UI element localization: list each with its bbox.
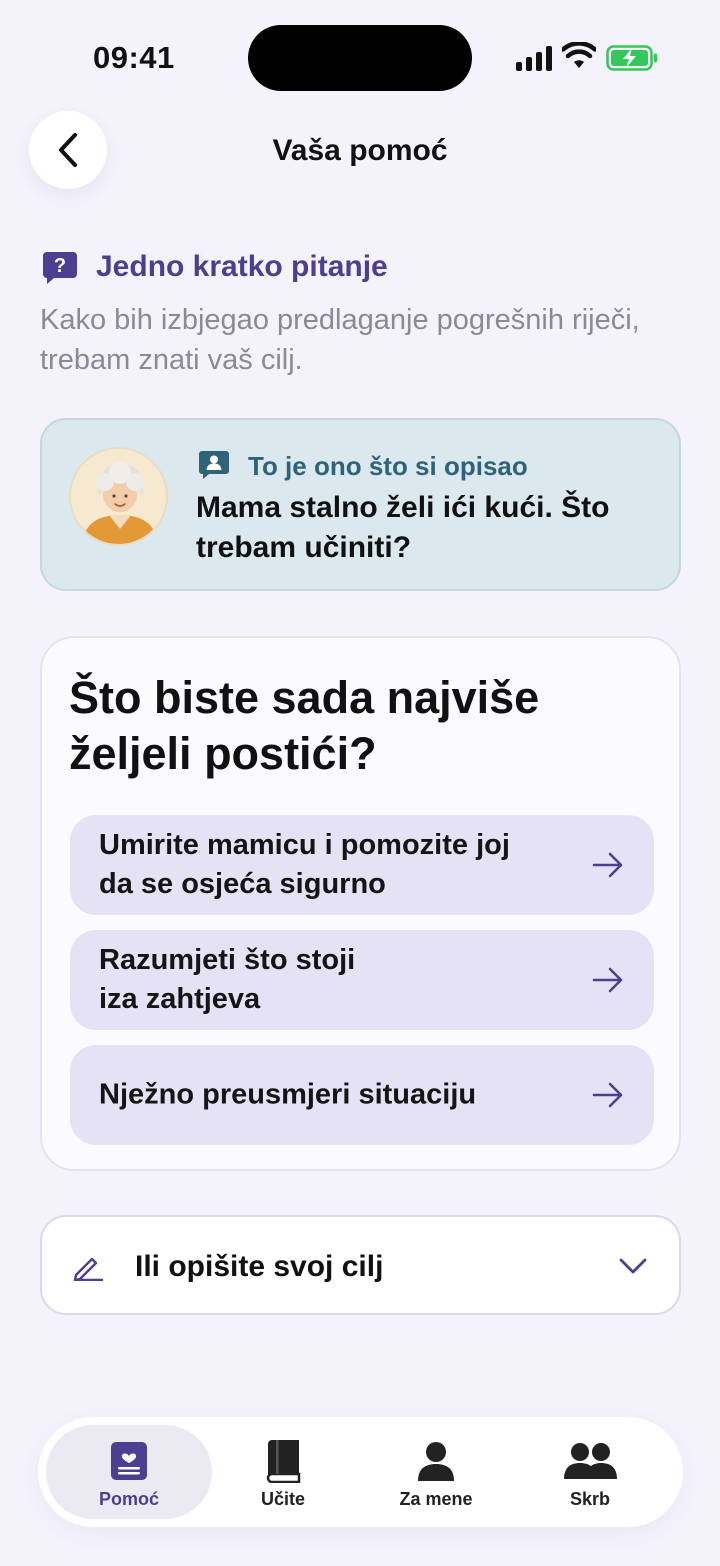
- people-icon: [564, 1443, 617, 1479]
- help-card-icon: [111, 1442, 147, 1480]
- question-subtitle: Kako bih izbjegao predlaganje pogrešnih …: [40, 304, 640, 376]
- goal-card: Što biste sada najviše željeli postići? …: [40, 636, 681, 1171]
- goal-option-label: Umirite mamicu i pomozite joj da se osje…: [99, 829, 510, 900]
- tab-label: Skrb: [569, 1489, 611, 1509]
- tab-bar: Pomoć Učite Za mene Skrb: [38, 1417, 683, 1527]
- arrow-right-icon: [592, 852, 623, 878]
- tab-pomoc[interactable]: Pomoć: [46, 1425, 212, 1519]
- person-bubble-icon: [199, 451, 229, 479]
- avatar: [69, 447, 168, 546]
- described-label: To je ono što si opisao: [248, 451, 528, 481]
- goal-option-understand[interactable]: Razumjeti što stoji iza zahtjeva: [70, 930, 654, 1030]
- goal-option-redirect[interactable]: Nježno preusmjeri situaciju: [70, 1045, 654, 1145]
- question-heading: Jedno kratko pitanje: [96, 250, 388, 283]
- battery-charging-icon: [606, 45, 657, 71]
- cellular-signal-icon: [516, 45, 552, 71]
- tab-skrb[interactable]: Skrb: [507, 1425, 673, 1519]
- own-goal-label: Ili opišite svoj cilj: [135, 1250, 384, 1283]
- described-situation-card: To je ono što si opisao Mama stalno želi…: [40, 418, 681, 591]
- svg-text:?: ?: [54, 255, 66, 277]
- status-bar: 09:41: [0, 0, 720, 110]
- page-title: Vaša pomoć: [272, 134, 448, 167]
- tab-za-mene[interactable]: Za mene: [353, 1425, 519, 1519]
- goal-option-label: Nježno preusmjeri situaciju: [99, 1078, 477, 1111]
- book-icon: [266, 1440, 301, 1483]
- arrow-right-icon: [592, 967, 623, 993]
- question-bubble-icon: ?: [43, 252, 77, 284]
- tab-label: Za mene: [399, 1489, 473, 1509]
- dynamic-island: [248, 25, 472, 91]
- person-icon: [418, 1442, 454, 1481]
- arrow-right-icon: [592, 1082, 623, 1108]
- tab-label: Učite: [260, 1489, 305, 1509]
- chevron-down-icon: [619, 1258, 647, 1274]
- pencil-icon: [73, 1257, 104, 1281]
- describe-own-goal-dropdown[interactable]: Ili opišite svoj cilj: [40, 1215, 681, 1315]
- goal-option-label: Razumjeti što stoji iza zahtjeva: [99, 944, 356, 1015]
- tab-ucite[interactable]: Učite: [200, 1425, 366, 1519]
- wifi-icon: [562, 42, 596, 68]
- goal-question: Što biste sada najviše željeli postići?: [69, 672, 540, 779]
- status-time: 09:41: [93, 40, 175, 75]
- described-text: Mama stalno želi ići kući. Što trebam uč…: [196, 491, 610, 564]
- tab-label: Pomoć: [98, 1489, 159, 1509]
- goal-option-calm[interactable]: Umirite mamicu i pomozite joj da se osje…: [70, 815, 654, 915]
